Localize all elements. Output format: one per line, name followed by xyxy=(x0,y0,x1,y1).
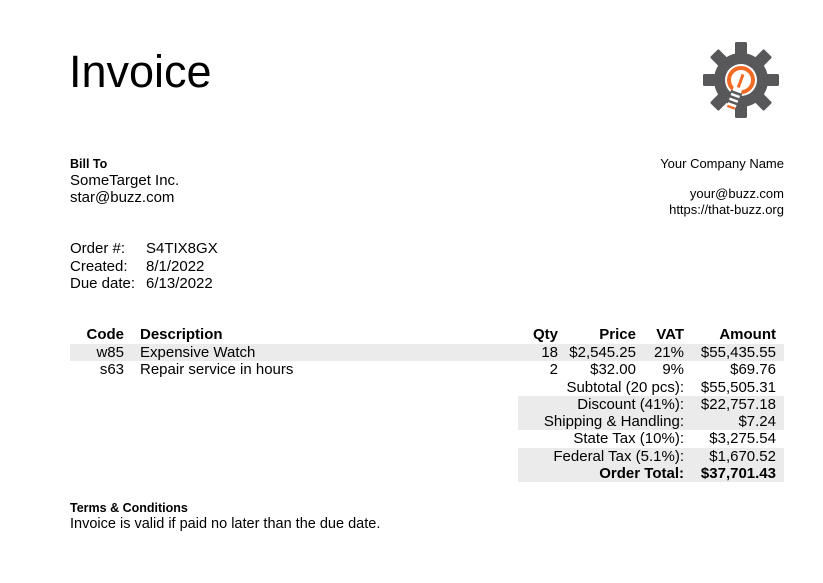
created-date: 8/1/2022 xyxy=(146,257,205,275)
federal-tax-row: Federal Tax (5.1%): $1,670.52 xyxy=(70,447,784,466)
header-description: Description xyxy=(140,326,223,344)
item-description: Repair service in hours xyxy=(140,361,294,379)
discount-label: Discount (41%): xyxy=(518,395,692,414)
company-email: your@buzz.com xyxy=(689,186,784,201)
item-qty: 2 xyxy=(549,361,558,379)
header-price: Price xyxy=(599,326,636,344)
item-code: w85 xyxy=(70,344,132,362)
table-row: w85 Expensive Watch 18 $2,545.25 21% $55… xyxy=(70,344,784,362)
terms-text: Invoice is valid if paid no later than t… xyxy=(70,516,381,532)
discount-row: Discount (41%): $22,757.18 xyxy=(70,395,784,414)
federal-tax-label: Federal Tax (5.1%): xyxy=(518,447,692,466)
company-section: Your Company Name your@buzz.com https://… xyxy=(660,156,784,218)
order-number: S4TIX8GX xyxy=(146,240,218,257)
subtotal-row: Subtotal (20 pcs): $55,505.31 xyxy=(70,379,784,396)
item-vat: 21% xyxy=(644,344,692,362)
table-header-row: Code Description Qty Price VAT Amount xyxy=(70,326,784,344)
item-price: $2,545.25 xyxy=(566,344,644,362)
shipping-label: Shipping & Handling: xyxy=(518,413,692,431)
header-amount: Amount xyxy=(719,326,776,344)
created-label: Created: xyxy=(70,257,128,275)
item-description: Expensive Watch xyxy=(132,344,518,362)
federal-tax-value: $1,670.52 xyxy=(692,447,784,466)
item-code: s63 xyxy=(99,361,124,379)
header-qty: Qty xyxy=(532,326,558,344)
line-items-table: Code Description Qty Price VAT Amount w8… xyxy=(70,326,784,483)
shipping-value: $7.24 xyxy=(692,413,784,431)
due-date: 6/13/2022 xyxy=(146,275,213,292)
item-qty: 18 xyxy=(518,344,566,362)
bill-to-section: Bill To SomeTarget Inc. star@buzz.com xyxy=(70,156,179,206)
company-name: Your Company Name xyxy=(660,156,784,171)
gear-lightbulb-logo-icon xyxy=(700,39,782,121)
order-info: Order #: S4TIX8GX Created: 8/1/2022 Due … xyxy=(70,240,218,293)
invoice-title: Invoice xyxy=(69,46,212,97)
terms-label: Terms & Conditions xyxy=(70,501,188,515)
order-total-label: Order Total: xyxy=(518,465,692,483)
bill-to-label: Bill To xyxy=(70,157,108,171)
item-price: $32.00 xyxy=(590,361,636,379)
due-date-label: Due date: xyxy=(70,275,136,292)
item-amount: $55,435.55 xyxy=(692,344,784,362)
order-number-label: Order #: xyxy=(70,240,126,257)
state-tax-row: State Tax (10%): $3,275.54 xyxy=(70,430,784,447)
header-code: Code xyxy=(86,326,125,344)
terms-section: Terms & Conditions Invoice is valid if p… xyxy=(70,500,380,533)
order-total-value: $37,701.43 xyxy=(692,465,784,483)
subtotal-value: $55,505.31 xyxy=(700,378,776,396)
discount-value: $22,757.18 xyxy=(692,395,784,414)
item-amount: $69.76 xyxy=(730,361,776,379)
order-total-row: Order Total: $37,701.43 xyxy=(70,465,784,483)
customer-email: star@buzz.com xyxy=(70,189,175,206)
item-vat: 9% xyxy=(662,361,684,379)
state-tax-label: State Tax (10%): xyxy=(573,430,684,448)
table-row: s63 Repair service in hours 2 $32.00 9% … xyxy=(70,361,784,378)
shipping-row: Shipping & Handling: $7.24 xyxy=(70,413,784,431)
state-tax-value: $3,275.54 xyxy=(709,430,776,448)
company-website: https://that-buzz.org xyxy=(669,202,784,217)
customer-name: SomeTarget Inc. xyxy=(70,172,180,189)
subtotal-label: Subtotal (20 pcs): xyxy=(566,378,684,396)
header-vat: VAT xyxy=(656,326,684,344)
